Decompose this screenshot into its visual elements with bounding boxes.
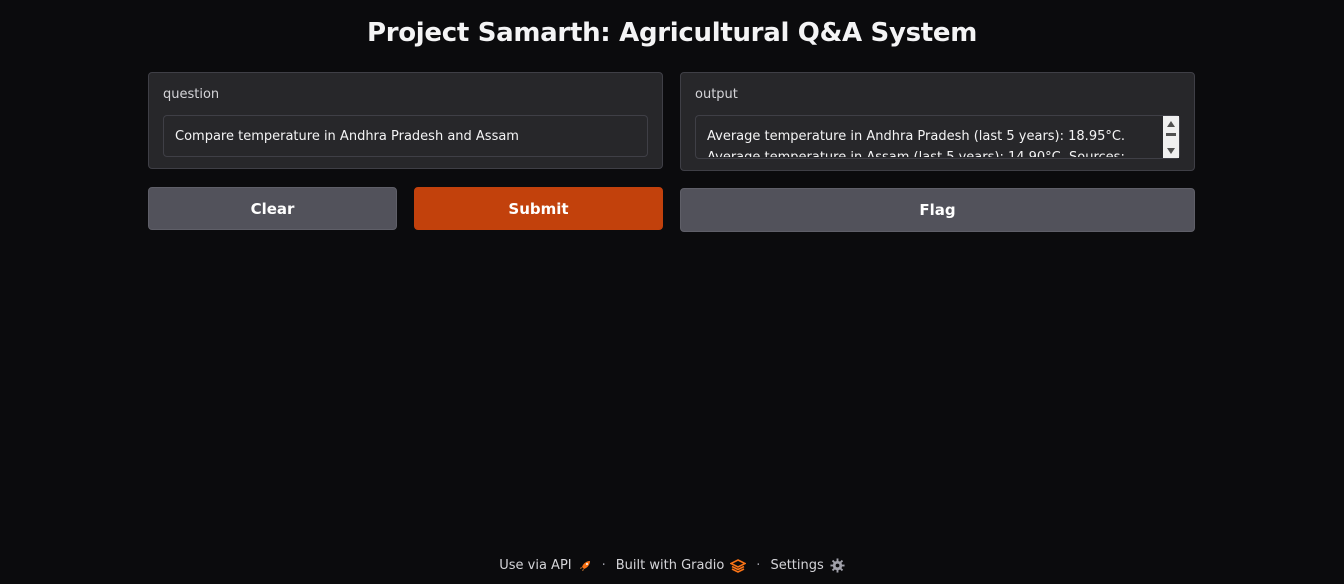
built-with-gradio-link[interactable]: Built with Gradio	[616, 558, 747, 573]
use-via-api-link[interactable]: Use via API	[499, 558, 591, 573]
question-panel: question	[148, 72, 663, 169]
clear-button[interactable]: Clear	[148, 187, 397, 230]
output-scrollbar[interactable]	[1163, 116, 1179, 158]
output-textarea[interactable]: Average temperature in Andhra Pradesh (l…	[695, 115, 1180, 159]
question-input[interactable]	[164, 116, 647, 156]
footer-separator: ·	[756, 558, 761, 573]
scroll-thumb[interactable]	[1166, 133, 1176, 136]
footer-separator: ·	[601, 558, 606, 573]
flag-button[interactable]: Flag	[680, 188, 1195, 232]
gear-icon	[830, 558, 845, 573]
scroll-down-icon[interactable]	[1167, 148, 1175, 154]
rocket-icon	[578, 559, 592, 573]
use-via-api-label: Use via API	[499, 558, 572, 573]
output-label: output	[695, 87, 738, 102]
question-label: question	[163, 87, 220, 102]
output-text: Average temperature in Andhra Pradesh (l…	[707, 129, 1126, 157]
settings-link[interactable]: Settings	[770, 558, 845, 573]
output-panel: output Average temperature in Andhra Pra…	[680, 72, 1195, 171]
question-field-wrapper	[163, 115, 648, 157]
gradio-logo-icon	[730, 558, 747, 573]
page-title: Project Samarth: Agricultural Q&A System	[366, 18, 978, 48]
footer: Use via API · Built with Gradio · Settin…	[0, 558, 1344, 573]
built-with-gradio-label: Built with Gradio	[615, 558, 725, 573]
settings-label: Settings	[770, 558, 824, 573]
scroll-up-icon[interactable]	[1167, 121, 1175, 127]
submit-button[interactable]: Submit	[414, 187, 663, 230]
